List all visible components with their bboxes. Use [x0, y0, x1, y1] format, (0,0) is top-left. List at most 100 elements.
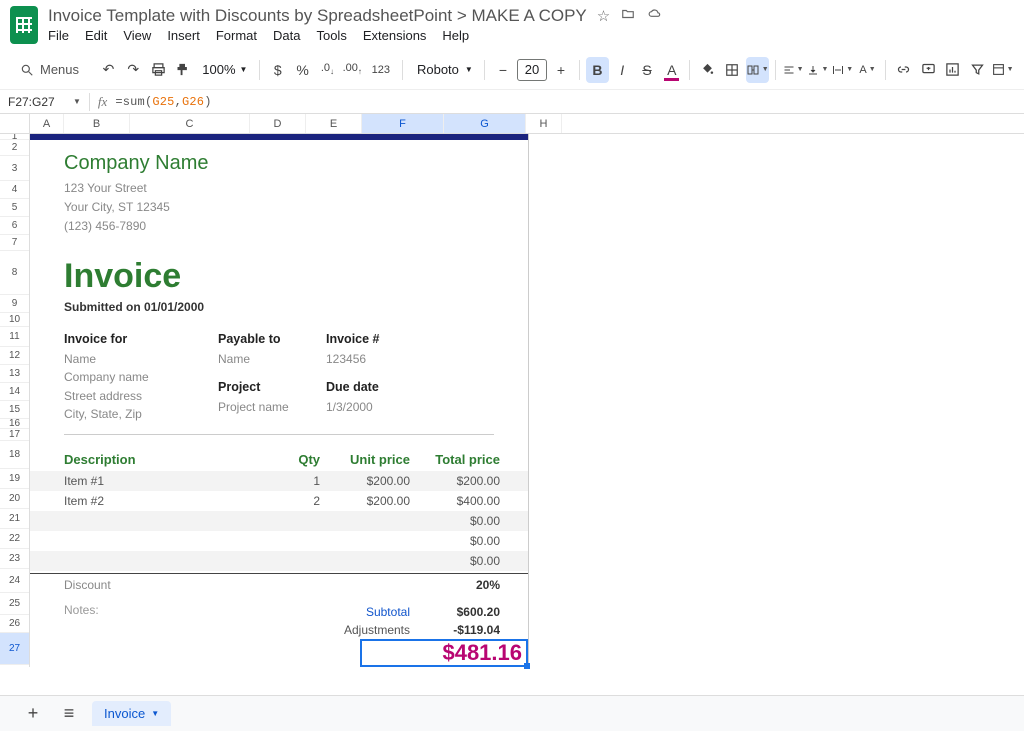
paint-format-button[interactable] — [171, 57, 194, 83]
all-sheets-button[interactable]: ≡ — [56, 701, 82, 727]
borders-button[interactable] — [721, 57, 744, 83]
item-unit[interactable]: $200.00 — [320, 494, 410, 508]
row-header-24[interactable]: 24 — [0, 569, 29, 593]
move-icon[interactable] — [620, 7, 636, 25]
item-total[interactable]: $0.00 — [410, 514, 500, 528]
item-qty[interactable]: 2 — [272, 494, 320, 508]
row-header-17[interactable]: 17 — [0, 429, 29, 441]
company-phone[interactable]: (123) 456-7890 — [64, 217, 528, 236]
item-total[interactable]: $400.00 — [410, 494, 500, 508]
bold-button[interactable]: B — [586, 57, 609, 83]
col-description[interactable]: Description — [30, 452, 272, 467]
document-title[interactable]: Invoice Template with Discounts by Sprea… — [48, 6, 587, 26]
item-total[interactable]: $200.00 — [410, 474, 500, 488]
font-size-input[interactable]: 20 — [517, 59, 547, 81]
row-header-14[interactable]: 14 — [0, 383, 29, 401]
zoom-dropdown[interactable]: 100%▼ — [196, 62, 253, 77]
col-header-b[interactable]: B — [64, 114, 130, 133]
item-unit[interactable]: $200.00 — [320, 474, 410, 488]
menu-insert[interactable]: Insert — [167, 28, 200, 43]
discount-value[interactable]: 20% — [410, 578, 500, 592]
invoice-for-name[interactable]: Name — [64, 350, 218, 369]
formula-input[interactable]: =sum(G25,G26) — [115, 95, 211, 109]
sheet-tab-invoice[interactable]: Invoice ▼ — [92, 701, 171, 726]
font-family-dropdown[interactable]: Roboto▼ — [409, 62, 478, 77]
insert-comment-button[interactable] — [917, 57, 940, 83]
col-unit-price[interactable]: Unit price — [320, 452, 410, 467]
currency-button[interactable]: $ — [266, 57, 289, 83]
invoice-title[interactable]: Invoice — [64, 257, 528, 296]
col-total-price[interactable]: Total price — [410, 452, 500, 467]
row-header-4[interactable]: 4 — [0, 181, 29, 199]
menu-extensions[interactable]: Extensions — [363, 28, 427, 43]
item-desc[interactable]: Item #2 — [30, 494, 272, 508]
line-item-row[interactable]: Item #22$200.00$400.00 — [30, 491, 528, 511]
undo-button[interactable]: ↶ — [97, 57, 120, 83]
menu-file[interactable]: File — [48, 28, 69, 43]
decrease-decimal-button[interactable]: .0↓ — [316, 57, 339, 83]
row-header-27[interactable]: 27 — [0, 633, 29, 665]
col-header-e[interactable]: E — [306, 114, 362, 133]
invoice-for-title[interactable]: Invoice for — [64, 332, 218, 346]
col-qty[interactable]: Qty — [272, 452, 320, 467]
strikethrough-button[interactable]: S — [636, 57, 659, 83]
payable-to-name[interactable]: Name — [218, 350, 326, 369]
project-name[interactable]: Project name — [218, 398, 326, 417]
row-header-25[interactable]: 25 — [0, 593, 29, 615]
name-box-dropdown[interactable]: ▼ — [65, 97, 89, 106]
company-city[interactable]: Your City, ST 12345 — [64, 198, 528, 217]
item-total[interactable]: $0.00 — [410, 534, 500, 548]
menu-edit[interactable]: Edit — [85, 28, 107, 43]
row-header-22[interactable]: 22 — [0, 529, 29, 549]
notes-label[interactable]: Notes: — [30, 603, 290, 667]
percent-button[interactable]: % — [291, 57, 314, 83]
redo-button[interactable]: ↷ — [122, 57, 145, 83]
increase-font-button[interactable]: + — [549, 57, 573, 83]
company-street[interactable]: 123 Your Street — [64, 179, 528, 198]
fill-color-button[interactable] — [696, 57, 719, 83]
filter-button[interactable] — [966, 57, 989, 83]
project-title[interactable]: Project — [218, 380, 326, 394]
row-header-12[interactable]: 12 — [0, 347, 29, 365]
line-item-row[interactable]: $0.00 — [30, 551, 528, 571]
row-header-9[interactable]: 9 — [0, 295, 29, 313]
text-wrap-button[interactable] — [831, 57, 854, 83]
due-date-title[interactable]: Due date — [326, 380, 446, 394]
adjustments-value[interactable]: -$119.04 — [410, 623, 500, 637]
more-formats-button[interactable]: 123 — [366, 57, 396, 83]
row-header-18[interactable]: 18 — [0, 441, 29, 469]
row-headers[interactable]: 1234567891011121314151617181920212223242… — [0, 134, 30, 667]
row-header-19[interactable]: 19 — [0, 469, 29, 489]
row-header-5[interactable]: 5 — [0, 199, 29, 217]
col-header-f[interactable]: F — [362, 114, 444, 133]
invoice-for-company[interactable]: Company name — [64, 368, 218, 387]
sheet-tab-dropdown-icon[interactable]: ▼ — [151, 709, 159, 718]
col-header-c[interactable]: C — [130, 114, 250, 133]
invoice-number[interactable]: 123456 — [326, 350, 446, 369]
row-header-2[interactable]: 2 — [0, 140, 29, 156]
col-header-a[interactable]: A — [30, 114, 64, 133]
text-rotation-button[interactable]: A — [856, 57, 879, 83]
row-header-23[interactable]: 23 — [0, 549, 29, 569]
row-header-11[interactable]: 11 — [0, 327, 29, 347]
star-icon[interactable]: ☆ — [597, 7, 610, 25]
discount-label[interactable]: Discount — [30, 578, 410, 592]
insert-chart-button[interactable] — [942, 57, 965, 83]
row-header-16[interactable]: 16 — [0, 419, 29, 429]
row-header-20[interactable]: 20 — [0, 489, 29, 509]
column-headers[interactable]: A B C D E F G H — [0, 114, 1024, 134]
increase-decimal-button[interactable]: .00↑ — [341, 57, 364, 83]
menu-view[interactable]: View — [123, 28, 151, 43]
select-all-corner[interactable] — [0, 114, 30, 133]
company-name[interactable]: Company Name — [64, 152, 528, 175]
name-box[interactable]: F27:G27 — [0, 95, 65, 109]
row-header-13[interactable]: 13 — [0, 365, 29, 383]
merge-cells-button[interactable] — [746, 57, 769, 83]
horizontal-align-button[interactable] — [782, 57, 805, 83]
line-item-row[interactable]: $0.00 — [30, 531, 528, 551]
subtotal-label[interactable]: Subtotal — [290, 605, 410, 619]
invoice-for-city[interactable]: City, State, Zip — [64, 405, 218, 424]
print-button[interactable] — [147, 57, 170, 83]
subtotal-value[interactable]: $600.20 — [410, 605, 500, 619]
cloud-icon[interactable] — [646, 7, 664, 25]
